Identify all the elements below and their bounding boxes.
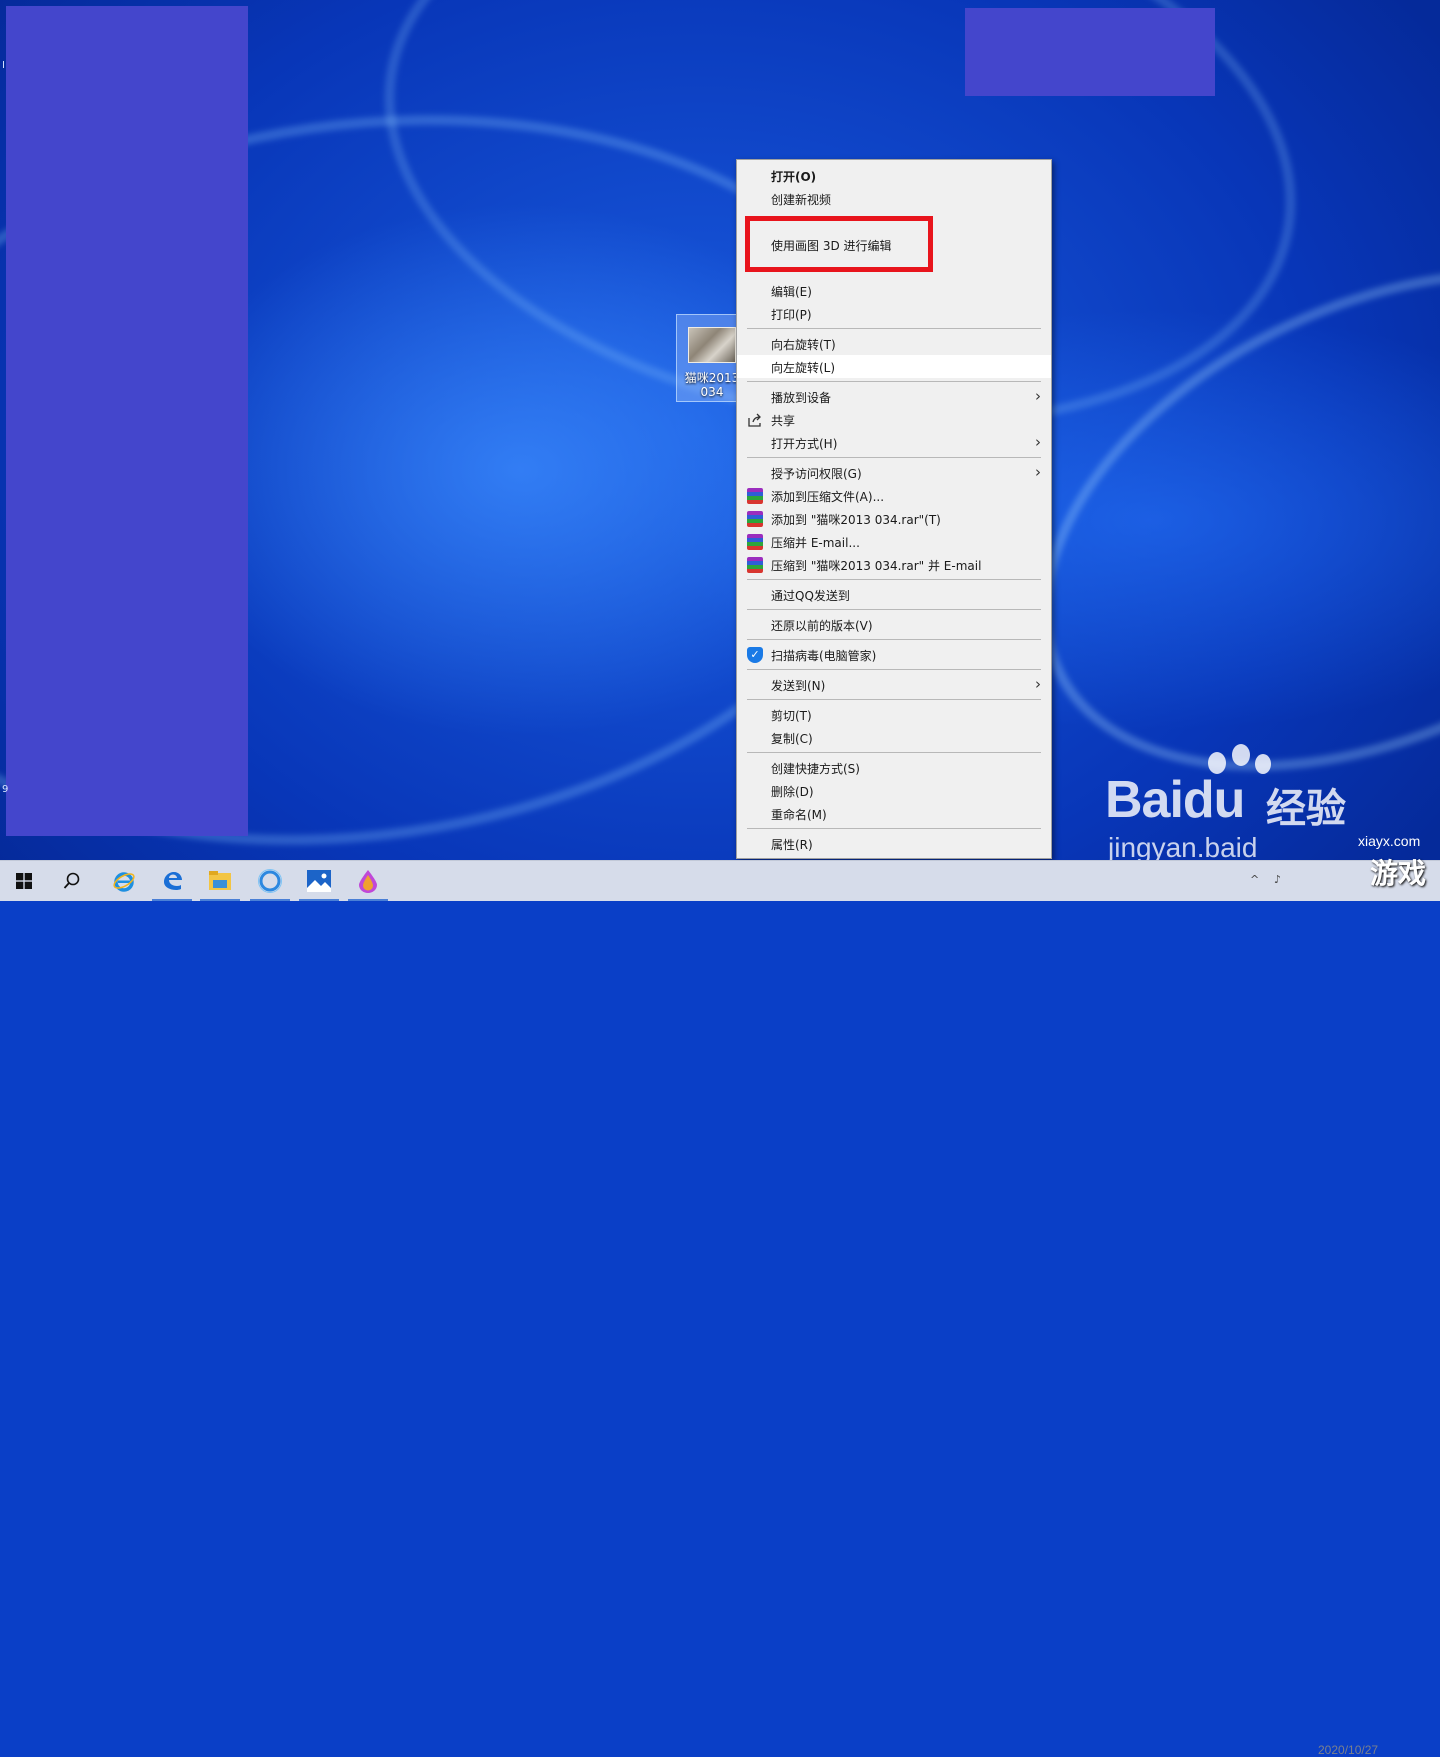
image-thumbnail bbox=[688, 327, 736, 363]
site-watermark: xiayx.com bbox=[1358, 833, 1421, 849]
desktop[interactable]: I 9 猫咪2013 034 Baidu 经验 jingyan.baid bbox=[0, 0, 1440, 860]
annotation-highlight-box bbox=[745, 216, 933, 272]
menu-item-add-to-archive[interactable]: 添加到压缩文件(A)... bbox=[737, 484, 1051, 507]
menu-item-rename[interactable]: 重命名(M) bbox=[737, 802, 1051, 825]
menu-item-open[interactable]: 打开(O) bbox=[737, 164, 1051, 187]
taskbar-internet-explorer[interactable] bbox=[100, 861, 148, 901]
url-watermark: jingyan.baid bbox=[1108, 832, 1258, 860]
redacted-area-left bbox=[6, 6, 248, 836]
taskbar-paint3d[interactable] bbox=[344, 861, 392, 901]
menu-item-rotate-right[interactable]: 向右旋转(T) bbox=[737, 332, 1051, 355]
chevron-right-icon: › bbox=[1035, 463, 1041, 481]
start-button[interactable] bbox=[0, 861, 48, 901]
winrar-icon bbox=[747, 557, 763, 573]
tray-chevron-up-icon[interactable]: ^ bbox=[1250, 873, 1259, 913]
search-button[interactable] bbox=[48, 861, 96, 901]
menu-separator bbox=[747, 669, 1041, 670]
menu-item-open-with[interactable]: 打开方式(H) › bbox=[737, 431, 1051, 454]
paw-icon bbox=[1232, 744, 1250, 766]
menu-item-create-video[interactable]: 创建新视频 bbox=[737, 187, 1051, 210]
chevron-right-icon: › bbox=[1035, 433, 1041, 451]
menu-item-add-to-rar[interactable]: 添加到 "猫咪2013 034.rar"(T) bbox=[737, 507, 1051, 530]
photos-icon bbox=[307, 870, 331, 892]
edge-icon bbox=[164, 872, 182, 890]
menu-separator bbox=[747, 639, 1041, 640]
start-icon bbox=[16, 873, 32, 889]
menu-item-cast-to-device[interactable]: 播放到设备 › bbox=[737, 385, 1051, 408]
winrar-icon bbox=[747, 488, 763, 504]
redacted-area-top-right bbox=[965, 8, 1215, 96]
menu-item-send-via-qq[interactable]: 通过QQ发送到 bbox=[737, 583, 1051, 606]
tray-date[interactable]: 2020/10/27 bbox=[1318, 1743, 1378, 1757]
taskbar-edge[interactable] bbox=[148, 861, 196, 901]
cortana-icon bbox=[258, 869, 282, 893]
winrar-icon bbox=[747, 534, 763, 550]
menu-item-send-to[interactable]: 发送到(N) › bbox=[737, 673, 1051, 696]
menu-item-compress-email[interactable]: 压缩并 E-mail... bbox=[737, 530, 1051, 553]
share-icon bbox=[747, 412, 763, 428]
taskbar-photos[interactable] bbox=[295, 861, 343, 901]
paint-3d-icon bbox=[359, 870, 377, 893]
menu-separator bbox=[747, 699, 1041, 700]
menu-separator bbox=[747, 381, 1041, 382]
volume-icon[interactable]: ♪ bbox=[1274, 873, 1281, 913]
taskbar-file-explorer[interactable] bbox=[196, 861, 244, 901]
menu-separator bbox=[747, 828, 1041, 829]
menu-separator bbox=[747, 579, 1041, 580]
menu-item-create-shortcut[interactable]: 创建快捷方式(S) bbox=[737, 756, 1051, 779]
menu-item-edit[interactable]: 编辑(E) bbox=[737, 279, 1051, 302]
shield-icon: ✓ bbox=[747, 647, 763, 663]
menu-separator bbox=[747, 457, 1041, 458]
taskbar: ^ ♪ 2020/10/27 bbox=[0, 860, 1440, 1757]
menu-item-restore-versions[interactable]: 还原以前的版本(V) bbox=[737, 613, 1051, 636]
menu-item-copy[interactable]: 复制(C) bbox=[737, 726, 1051, 749]
jingyan-watermark: 经验 bbox=[1266, 786, 1346, 832]
edge-letter: 9 bbox=[2, 784, 9, 795]
baidu-watermark: Baidu bbox=[1105, 771, 1245, 829]
winrar-icon bbox=[747, 511, 763, 527]
chevron-right-icon: › bbox=[1035, 675, 1041, 693]
menu-item-cut[interactable]: 剪切(T) bbox=[737, 703, 1051, 726]
menu-item-scan-virus[interactable]: ✓ 扫描病毒(电脑管家) bbox=[737, 643, 1051, 666]
menu-separator bbox=[747, 328, 1041, 329]
paw-icon bbox=[1255, 754, 1271, 774]
menu-item-grant-access[interactable]: 授予访问权限(G) › bbox=[737, 461, 1051, 484]
menu-separator bbox=[747, 752, 1041, 753]
chevron-right-icon: › bbox=[1035, 387, 1041, 405]
menu-item-compress-rar-email[interactable]: 压缩到 "猫咪2013 034.rar" 并 E-mail bbox=[737, 553, 1051, 576]
menu-item-share[interactable]: 共享 bbox=[737, 408, 1051, 431]
edge-letter: I bbox=[2, 60, 5, 71]
menu-separator bbox=[747, 609, 1041, 610]
game-watermark: 游戏 bbox=[1370, 857, 1427, 890]
menu-item-properties[interactable]: 属性(R) bbox=[737, 832, 1051, 855]
internet-explorer-icon bbox=[113, 872, 135, 892]
paw-icon bbox=[1208, 752, 1226, 774]
file-explorer-icon bbox=[209, 871, 231, 890]
menu-item-rotate-left[interactable]: 向左旋转(L) bbox=[737, 355, 1051, 378]
menu-item-print[interactable]: 打印(P) bbox=[737, 302, 1051, 325]
search-icon bbox=[63, 872, 80, 889]
menu-item-delete[interactable]: 删除(D) bbox=[737, 779, 1051, 802]
taskbar-cortana[interactable] bbox=[246, 861, 294, 901]
